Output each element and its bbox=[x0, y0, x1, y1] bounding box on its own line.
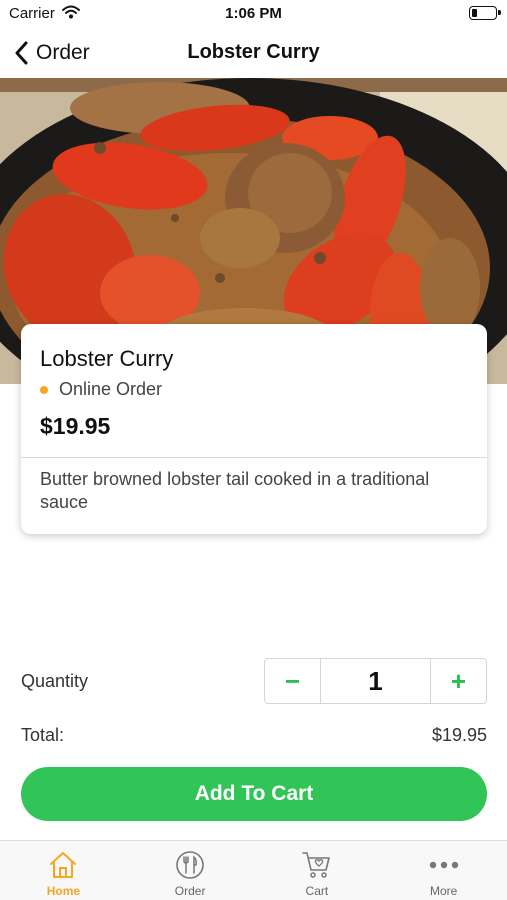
status-bar: Carrier 1:06 PM bbox=[0, 0, 507, 28]
total-label: Total: bbox=[21, 725, 65, 745]
increase-quantity-button[interactable]: + bbox=[430, 659, 486, 703]
tab-cart-label: Cart bbox=[305, 884, 329, 898]
quantity-stepper: − 1 + bbox=[264, 658, 487, 704]
card-divider bbox=[21, 457, 487, 458]
product-card: Lobster Curry Online Order $19.95 Butter… bbox=[21, 324, 487, 534]
page-title: Lobster Curry bbox=[187, 41, 320, 63]
tab-home-label: Home bbox=[46, 884, 81, 898]
battery-icon bbox=[469, 6, 501, 20]
total-value: $19.95 bbox=[431, 725, 487, 745]
quantity-value: 1 bbox=[368, 665, 383, 696]
cart-icon bbox=[301, 848, 333, 882]
order-status: Online Order bbox=[40, 379, 162, 400]
tab-cart[interactable]: Cart bbox=[254, 841, 381, 900]
quantity-label: Quantity bbox=[21, 671, 89, 691]
navigation-bar: Order Lobster Curry bbox=[0, 28, 507, 78]
tab-more-label: More bbox=[429, 884, 458, 898]
plate-cutlery-icon bbox=[175, 848, 205, 882]
product-description: Butter browned lobster tail cooked in a … bbox=[40, 469, 430, 512]
tab-bar: Home Order Cart More bbox=[0, 840, 507, 900]
add-to-cart-button[interactable]: Add To Cart bbox=[21, 767, 487, 821]
decrease-quantity-button[interactable]: − bbox=[265, 659, 321, 703]
product-price: $19.95 bbox=[40, 413, 111, 439]
order-status-label: Online Order bbox=[59, 379, 163, 399]
tab-order-label: Order bbox=[174, 884, 206, 898]
status-dot-icon bbox=[40, 385, 48, 394]
product-name: Lobster Curry bbox=[40, 346, 174, 371]
clock: 1:06 PM bbox=[225, 5, 282, 22]
tab-home[interactable]: Home bbox=[0, 841, 127, 900]
home-icon bbox=[48, 848, 78, 882]
tab-order[interactable]: Order bbox=[127, 841, 254, 900]
more-dots-icon bbox=[427, 848, 461, 882]
tab-more[interactable]: More bbox=[380, 841, 507, 900]
